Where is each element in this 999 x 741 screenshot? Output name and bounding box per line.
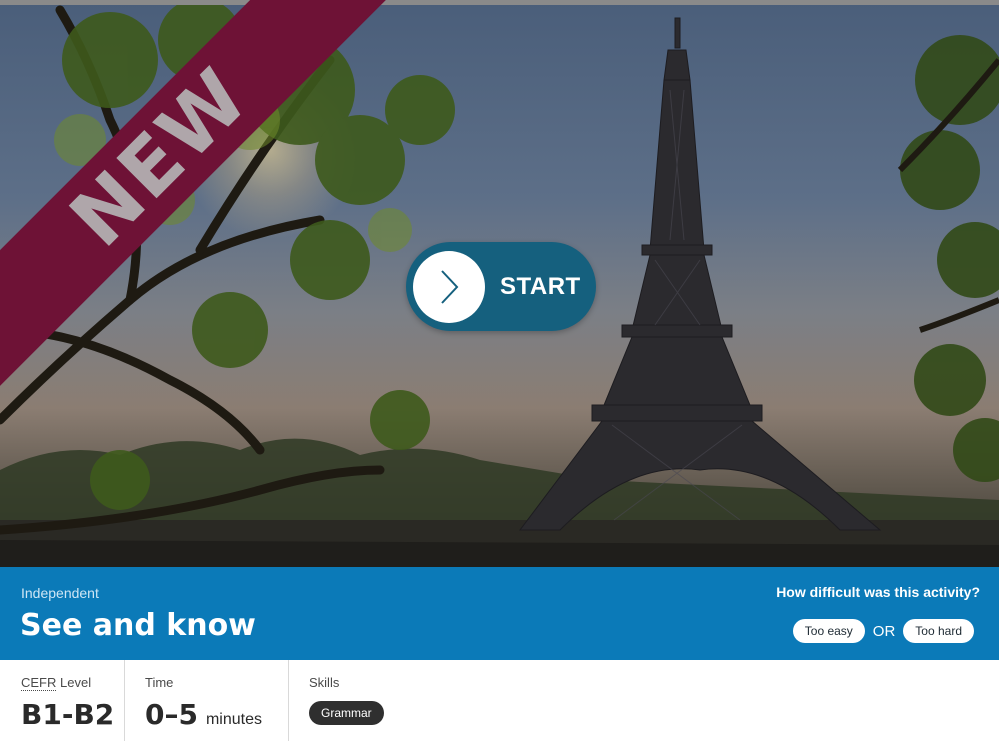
level-band: Independent bbox=[21, 585, 99, 601]
divider bbox=[124, 660, 125, 741]
skill-chip-grammar: Grammar bbox=[309, 701, 384, 725]
chevron-right-icon bbox=[441, 269, 459, 304]
time-label: Time bbox=[145, 675, 174, 690]
cefr-label: CEFR Level bbox=[21, 675, 92, 691]
start-icon-circle bbox=[413, 250, 485, 323]
skills-label: Skills bbox=[309, 675, 340, 690]
time-value: 0–5 minutes bbox=[145, 698, 262, 731]
or-separator: OR bbox=[872, 622, 896, 640]
too-easy-button[interactable]: Too easy bbox=[792, 619, 865, 643]
start-button[interactable]: START bbox=[406, 242, 596, 331]
cefr-abbr: CEFR bbox=[21, 675, 57, 691]
cefr-value: B1-B2 bbox=[21, 698, 115, 731]
activity-details: CEFR Level B1-B2 Time 0–5 minutes Skills … bbox=[0, 660, 999, 741]
hero-image: NEW START bbox=[0, 0, 999, 567]
cefr-cell: CEFR Level B1-B2 bbox=[21, 660, 121, 741]
difficulty-question: How difficult was this activity? bbox=[776, 584, 980, 600]
activity-title: See and know bbox=[20, 608, 256, 643]
top-border bbox=[0, 0, 999, 5]
start-label: START bbox=[500, 272, 581, 300]
activity-card: NEW START Independent See and know How d… bbox=[0, 0, 999, 741]
activity-header: Independent See and know How difficult w… bbox=[0, 567, 999, 660]
skills-cell: Skills Grammar bbox=[309, 660, 609, 741]
divider bbox=[288, 660, 289, 741]
difficulty-feedback: Too easy OR Too hard bbox=[792, 619, 974, 643]
time-cell: Time 0–5 minutes bbox=[145, 660, 285, 741]
cefr-label-rest: Level bbox=[56, 675, 92, 690]
time-unit: minutes bbox=[205, 711, 262, 728]
time-range: 0–5 bbox=[145, 698, 198, 731]
too-hard-button[interactable]: Too hard bbox=[903, 619, 974, 643]
